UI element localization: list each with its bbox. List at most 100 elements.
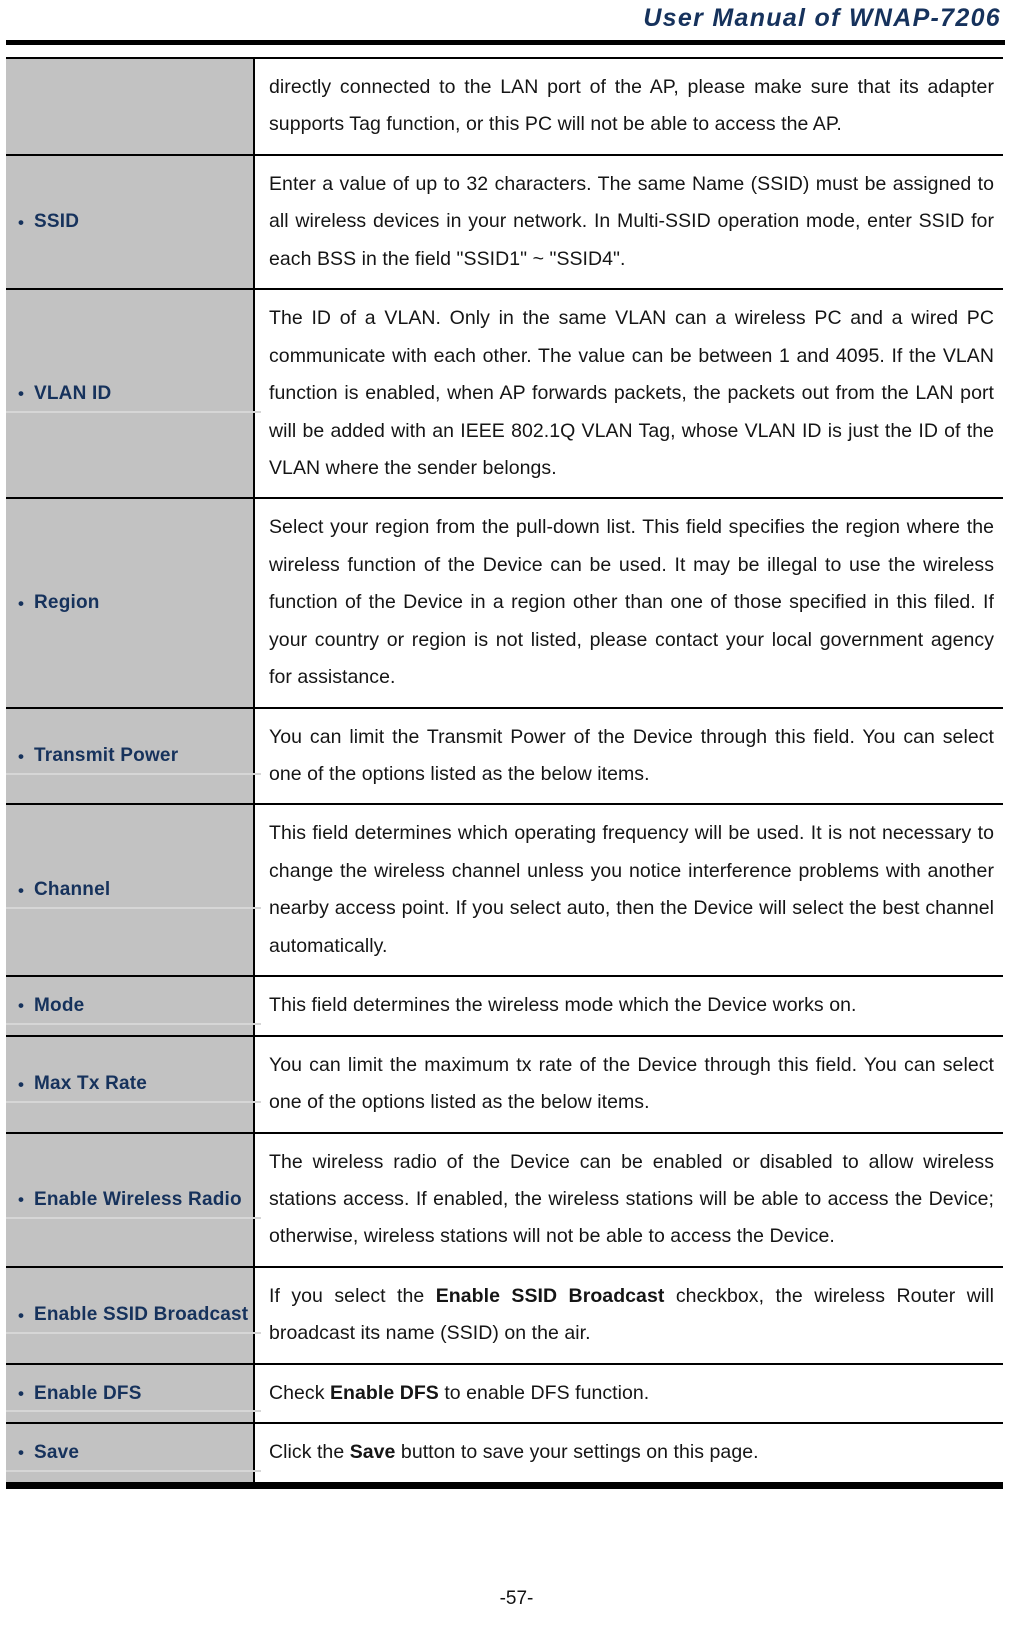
table-row: • Enable Wireless Radio The wireless radio… <box>6 1131 1003 1267</box>
parameter-table-body: directly connected to the LAN port of th… <box>6 57 1003 1482</box>
bullet-icon: • <box>18 1305 24 1325</box>
description-emphasis: Enable SSID Broadcast <box>435 1284 665 1307</box>
table-row: • Region Select your region from the pull-… <box>6 497 1003 708</box>
description-emphasis: Enable DFS <box>330 1381 439 1404</box>
parameter-label: • Max Tx Rate <box>6 1072 261 1103</box>
parameter-description: Click the Save button to save your setti… <box>269 1434 994 1471</box>
parameter-description-cell: This field determines the wireless mode … <box>253 975 1003 1036</box>
parameter-label-text: SSID <box>34 211 80 233</box>
table-row: • Enable SSID Broadcast If you select the … <box>6 1265 1003 1364</box>
parameter-description-cell: The ID of a VLAN. Only in the same VLAN … <box>253 288 1003 499</box>
parameter-description-cell: You can limit the Transmit Power of the … <box>253 706 1003 805</box>
parameter-label-text: Transmit Power <box>34 745 179 767</box>
bullet-icon: • <box>18 996 24 1016</box>
parameter-label-text: Max Tx Rate <box>34 1073 148 1095</box>
bullet-icon: • <box>18 1190 24 1210</box>
table-row: • Max Tx Rate You can limit the maximum tx… <box>6 1034 1003 1133</box>
parameter-label-cell-transmit-power: • Transmit Power <box>6 706 261 805</box>
parameter-label-cell-save: • Save <box>6 1422 261 1482</box>
description-text-suffix: to enable DFS function. <box>438 1381 650 1404</box>
parameter-description: This field determines which operating fr… <box>269 815 994 965</box>
parameter-label-cell-mode: • Mode <box>6 975 261 1036</box>
parameter-label-cell-region: • Region <box>6 497 254 708</box>
parameter-table-container: directly connected to the LAN port of th… <box>6 57 1003 1482</box>
parameter-description: The wireless radio of the Device can be … <box>269 1144 994 1256</box>
bullet-icon: • <box>18 1383 24 1403</box>
parameter-label: • Enable DFS <box>6 1381 261 1413</box>
description-text: Enter a value of up to 32 characters. Th… <box>269 172 994 270</box>
description-emphasis: Save <box>349 1441 396 1464</box>
parameter-label: • VLAN ID <box>6 382 261 413</box>
table-row: • Save Click the Save button to save your … <box>6 1422 1003 1482</box>
parameter-description-cell: directly connected to the LAN port of th… <box>253 57 1003 155</box>
parameter-label-cell-channel: • Channel <box>6 803 261 977</box>
parameter-description: directly connected to the LAN port of th… <box>269 69 994 144</box>
parameter-label-text: Enable DFS <box>34 1382 142 1404</box>
description-text: The ID of a VLAN. Only in the same VLAN … <box>269 307 994 479</box>
parameter-label-cell-enable-dfs: • Enable DFS <box>6 1362 261 1424</box>
parameter-label-cell-ssid: • SSID <box>6 153 254 290</box>
description-text: Select your region from the pull-down li… <box>269 516 994 689</box>
description-text: You can limit the Transmit Power of the … <box>269 725 994 785</box>
description-text: You can limit the maximum tx rate of the… <box>269 1053 994 1114</box>
parameter-label-cell-empty <box>6 57 254 155</box>
description-text: This field determines the wireless mode … <box>269 994 857 1017</box>
page-footer: -57- <box>0 1588 1033 1610</box>
parameter-description: This field determines the wireless mode … <box>269 987 994 1024</box>
parameter-description-cell: Enter a value of up to 32 characters. Th… <box>253 153 1003 290</box>
table-row: • Channel This field determines which oper… <box>6 803 1003 977</box>
table-row: • Mode This field determines the wireless … <box>6 975 1003 1036</box>
parameter-description: Select your region from the pull-down li… <box>269 509 994 696</box>
parameter-label: • SSID <box>6 210 253 234</box>
bullet-icon: • <box>18 746 24 766</box>
parameter-label: • Mode <box>6 994 261 1025</box>
parameter-description-cell: Check Enable DFS to enable DFS function. <box>253 1362 1003 1424</box>
parameter-label: • Region <box>6 591 253 615</box>
bullet-icon: • <box>18 1443 24 1463</box>
table-bottom-border <box>6 1481 1003 1489</box>
parameter-label-text: Enable SSID Broadcast <box>34 1304 249 1326</box>
page-number: -57- <box>499 1588 534 1609</box>
table-row: • Enable DFS Check Enable DFS to enable DF… <box>6 1362 1003 1424</box>
table-row: • VLAN ID The ID of a VLAN. Only in the sa… <box>6 288 1003 499</box>
description-text: This field determines which operating fr… <box>269 822 994 957</box>
table-row: • Transmit Power You can limit the Transmi… <box>6 706 1003 805</box>
parameter-description: Enter a value of up to 32 characters. Th… <box>269 166 994 278</box>
table-row: • SSID Enter a value of up to 32 character… <box>6 153 1003 290</box>
bullet-icon: • <box>18 593 24 613</box>
bullet-icon: • <box>18 384 24 404</box>
description-text: directly connected to the LAN port of th… <box>269 76 994 136</box>
parameter-label: • Transmit Power <box>6 744 261 775</box>
description-text: The wireless radio of the Device can be … <box>269 1150 994 1248</box>
parameter-label-text: Channel <box>34 879 111 901</box>
parameter-description-cell: The wireless radio of the Device can be … <box>253 1131 1003 1267</box>
table-row: directly connected to the LAN port of th… <box>6 57 1003 155</box>
parameter-label-cell-enable-wireless-radio: • Enable Wireless Radio <box>6 1131 261 1267</box>
parameter-label: • Channel <box>6 878 261 910</box>
parameter-description-cell: Click the Save button to save your setti… <box>253 1422 1003 1482</box>
parameter-label-text: Save <box>34 1442 80 1464</box>
parameter-description-cell: If you select the Enable SSID Broadcast … <box>253 1265 1003 1364</box>
parameter-label-cell-enable-ssid-broadcast: • Enable SSID Broadcast <box>6 1265 261 1364</box>
bullet-icon: • <box>18 880 24 900</box>
parameter-table: directly connected to the LAN port of th… <box>6 57 1003 1482</box>
parameter-label: • Save <box>6 1441 261 1472</box>
document-page: User Manual of WNAP-7206 directly connec… <box>0 0 1033 1632</box>
bullet-icon: • <box>18 212 24 232</box>
parameter-label-text: VLAN ID <box>34 382 112 404</box>
description-text: Click the <box>269 1441 350 1464</box>
bullet-icon: • <box>18 1074 24 1094</box>
header-title: User Manual of WNAP-7206 <box>643 4 1001 32</box>
parameter-label-text: Enable Wireless Radio <box>34 1188 242 1210</box>
parameter-label-text: Mode <box>34 995 85 1017</box>
header-divider <box>6 40 1005 45</box>
parameter-description: If you select the Enable SSID Broadcast … <box>269 1278 994 1353</box>
parameter-description-cell: You can limit the maximum tx rate of the… <box>253 1034 1003 1133</box>
page-header: User Manual of WNAP-7206 <box>0 0 1033 38</box>
parameter-description: You can limit the maximum tx rate of the… <box>269 1047 994 1122</box>
description-text: If you select the <box>269 1284 436 1307</box>
parameter-label: • Enable Wireless Radio <box>6 1188 261 1219</box>
parameter-description: You can limit the Transmit Power of the … <box>269 719 994 794</box>
description-text: Check <box>269 1381 330 1404</box>
description-text-suffix: button to save your settings on this pag… <box>395 1441 759 1464</box>
